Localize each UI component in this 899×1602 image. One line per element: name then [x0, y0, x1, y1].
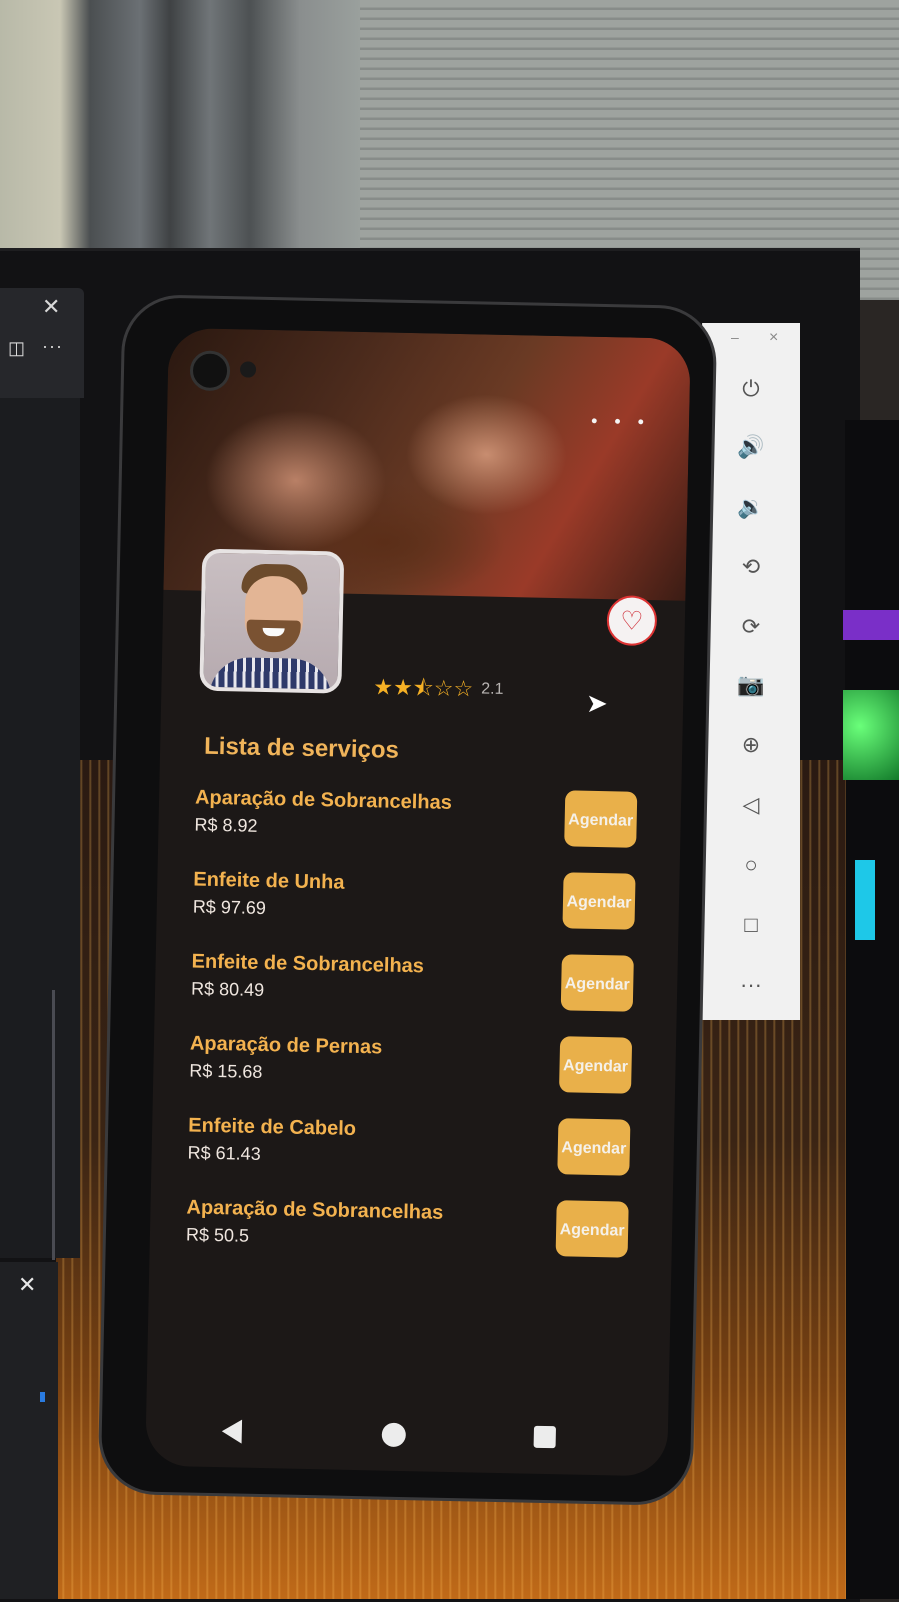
neon-light	[843, 610, 899, 640]
zoom-icon[interactable]: ⊕	[733, 727, 769, 763]
phone-device: • • • ♡ ★ ★ ⯪ ☆ ☆ 2.1 Lista de serviços …	[97, 293, 718, 1507]
star-half-icon: ⯪	[412, 675, 435, 701]
scrollbar[interactable]	[52, 990, 55, 1260]
star-filled-icon: ★	[373, 674, 394, 700]
service-name: Aparação de Sobrancelhas	[194, 786, 453, 814]
service-item: Aparação de Pernas R$ 15.68 Agendar	[189, 1032, 650, 1102]
neon-light	[855, 860, 875, 940]
carousel-dots-icon[interactable]: • • •	[591, 411, 650, 433]
service-item: Aparação de Sobrancelhas R$ 50.5 Agendar	[185, 1196, 646, 1266]
schedule-button[interactable]: Agendar	[560, 954, 634, 1012]
more-icon[interactable]: ···	[733, 967, 769, 1003]
service-price: R$ 80.49	[190, 978, 265, 1001]
more-icon[interactable]: ···	[42, 336, 63, 357]
left-window-body	[0, 398, 80, 1258]
service-price: R$ 50.5	[185, 1224, 250, 1246]
service-name: Enfeite de Cabelo	[187, 1114, 357, 1140]
services-list-title: Lista de serviços	[203, 732, 400, 764]
service-price: R$ 97.69	[192, 896, 267, 919]
rotate-left-icon[interactable]: ⟲	[733, 549, 769, 585]
rating-stars: ★ ★ ⯪ ☆ ☆ 2.1	[373, 674, 504, 702]
star-empty-icon: ☆	[433, 675, 454, 701]
left-window-panel-2: ✕	[0, 1262, 58, 1599]
schedule-button[interactable]: Agendar	[564, 790, 638, 848]
nav-recents-icon[interactable]	[533, 1425, 557, 1449]
close-icon[interactable]: ×	[769, 329, 778, 347]
overview-icon[interactable]: □	[733, 907, 769, 943]
nav-back-icon[interactable]	[221, 1419, 243, 1444]
service-item: Enfeite de Unha R$ 97.69 Agendar	[192, 869, 653, 939]
emulator-toolbar: – × ⏻ 🔊 🔉 ⟲ ⟳ 📷 ⊕ ◁ ○ □ ···	[702, 323, 800, 1020]
left-window-panel: ✕ ◫ ···	[0, 288, 84, 398]
camera-icon[interactable]: 📷	[733, 667, 769, 703]
status-indicator	[40, 1392, 45, 1402]
star-empty-icon: ☆	[453, 675, 474, 702]
split-view-icon[interactable]: ◫	[8, 338, 25, 359]
neon-light	[843, 690, 899, 780]
schedule-button[interactable]: Agendar	[555, 1200, 629, 1258]
favorite-heart-icon[interactable]: ♡	[606, 595, 658, 647]
service-price: R$ 15.68	[189, 1060, 263, 1082]
rating-value: 2.1	[481, 680, 504, 698]
schedule-button[interactable]: Agendar	[559, 1036, 633, 1094]
app-screen: • • • ♡ ★ ★ ⯪ ☆ ☆ 2.1 Lista de serviços …	[145, 327, 691, 1477]
service-name: Enfeite de Sobrancelhas	[191, 950, 425, 978]
star-filled-icon: ★	[392, 674, 414, 701]
schedule-button[interactable]: Agendar	[562, 872, 636, 930]
home-icon[interactable]: ○	[733, 847, 769, 883]
volume-down-icon[interactable]: 🔉	[733, 489, 769, 525]
volume-up-icon[interactable]: 🔊	[733, 429, 769, 465]
android-nav-bar	[145, 1414, 668, 1465]
service-price: R$ 8.92	[194, 814, 258, 836]
power-icon[interactable]: ⏻	[733, 371, 769, 407]
schedule-button[interactable]: Agendar	[557, 1118, 631, 1176]
service-item: Aparação de Sobrancelhas R$ 8.92 Agendar	[194, 787, 655, 857]
close-icon[interactable]: ✕	[42, 294, 60, 320]
service-name: Enfeite de Unha	[193, 868, 345, 894]
monitor-bezel-right	[845, 420, 899, 1599]
minimize-icon[interactable]: –	[731, 329, 739, 345]
service-item: Enfeite de Sobrancelhas R$ 80.49 Agendar	[191, 950, 652, 1020]
close-icon[interactable]: ✕	[18, 1272, 36, 1298]
service-name: Aparação de Pernas	[189, 1032, 383, 1059]
nav-home-icon[interactable]	[381, 1422, 407, 1448]
service-price: R$ 61.43	[187, 1142, 261, 1164]
barber-avatar	[199, 548, 345, 694]
service-item: Enfeite de Cabelo R$ 61.43 Agendar	[187, 1114, 648, 1184]
mouse-cursor-icon: ➤	[586, 688, 608, 718]
service-name: Aparação de Sobrancelhas	[186, 1196, 444, 1224]
rotate-right-icon[interactable]: ⟳	[733, 609, 769, 645]
back-icon[interactable]: ◁	[733, 787, 769, 823]
